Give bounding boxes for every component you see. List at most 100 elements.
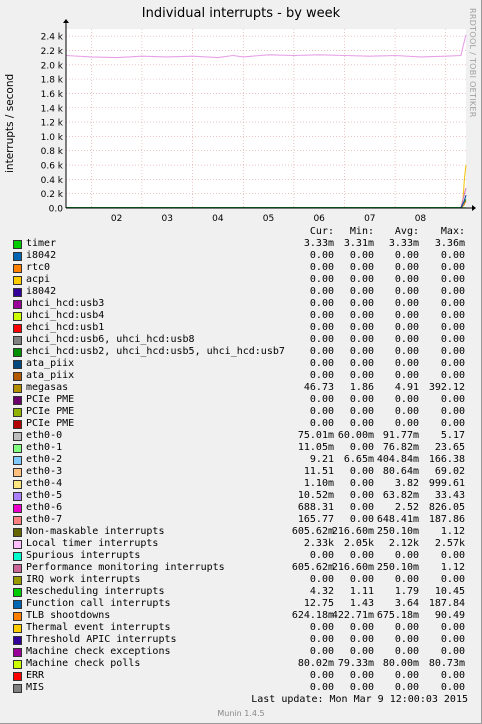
- legend-cur-value: 10.52m: [297, 490, 334, 501]
- legend-min-value: 0.00: [349, 346, 374, 357]
- legend-avg-value: 0.00: [394, 310, 419, 321]
- legend-swatch: [13, 600, 22, 609]
- header-avg: Avg:: [394, 226, 419, 237]
- legend-rows: timer 3.33m 3.31m 3.33m 3.36m i8042 0.00 0.00 0.…: [0, 238, 482, 694]
- legend-swatch: [13, 480, 22, 489]
- legend-cur-value: 688.31: [297, 502, 334, 513]
- legend-min-value: 60.00m: [337, 430, 374, 441]
- legend-min-value: 0.00: [349, 478, 374, 489]
- legend-avg-value: 648.41m: [376, 514, 419, 525]
- legend-swatch: [13, 276, 22, 285]
- legend-max-value: 0.00: [440, 250, 465, 261]
- legend-avg-value: 0.00: [394, 358, 419, 369]
- legend-min-value: 1.11: [349, 586, 374, 597]
- legend-max-value: 33.43: [434, 490, 465, 501]
- legend-avg-value: 250.10m: [376, 562, 419, 573]
- legend-avg-value: 0.00: [394, 334, 419, 345]
- legend-max-value: 0.00: [440, 682, 465, 693]
- legend-max-value: 0.00: [440, 550, 465, 561]
- legend-series-name: IRQ work interrupts: [26, 574, 141, 585]
- legend-avg-value: 0.00: [394, 406, 419, 417]
- y-tick-labels: 0.0 0.2 k 0.4 k 0.6 k 0.8 k 1.0 k 1.2 k 1.4 k 1.…: [41, 33, 64, 215]
- legend-row: uhci_hcd:usb3 0.00 0.00 0.00 0.00: [0, 298, 482, 310]
- legend-max-value: 999.61: [428, 478, 465, 489]
- legend-min-value: 0.00: [349, 418, 374, 429]
- legend-series-name: eth0-7: [26, 514, 63, 525]
- legend-series-name: eth0-1: [26, 442, 63, 453]
- legend-row: PCIe PME 0.00 0.00 0.00 0.00: [0, 406, 482, 418]
- legend-series-name: Local timer interrupts: [26, 538, 159, 549]
- legend-cur-value: 0.00: [309, 370, 334, 381]
- legend-min-value: 0.00: [349, 490, 374, 501]
- legend-swatch: [13, 348, 22, 357]
- legend-series-name: megasas: [26, 382, 69, 393]
- legend-series-name: Machine check exceptions: [26, 646, 171, 657]
- legend-series-name: rtc0: [26, 262, 51, 273]
- legend-swatch: [13, 312, 22, 321]
- legend-cur-value: 0.00: [309, 322, 334, 333]
- legend-swatch: [13, 648, 22, 657]
- legend-min-value: 0.00: [349, 670, 374, 681]
- legend-row: timer 3.33m 3.31m 3.33m 3.36m: [0, 238, 482, 250]
- legend-max-value: 392.12: [428, 382, 465, 393]
- legend-avg-value: 0.00: [394, 346, 419, 357]
- legend-max-value: 2.57k: [434, 538, 465, 549]
- legend-swatch: [13, 528, 22, 537]
- legend-cur-value: 0.00: [309, 574, 334, 585]
- legend-series-name: TLB shootdowns: [26, 610, 111, 621]
- legend-series-name: Performance monitoring interrupts: [26, 562, 225, 573]
- header-cur: Cur:: [309, 226, 334, 237]
- legend-max-value: 3.36m: [434, 238, 465, 249]
- legend-min-value: 79.33m: [337, 658, 374, 669]
- legend-max-value: 0.00: [440, 646, 465, 657]
- legend-avg-value: 0.00: [394, 250, 419, 261]
- legend-cur-value: 605.62m: [291, 526, 334, 537]
- legend-swatch: [13, 324, 22, 333]
- legend-min-value: 0.00: [349, 442, 374, 453]
- legend-series-name: Spurious interrupts: [26, 550, 141, 561]
- legend-cur-value: 0.00: [309, 334, 334, 345]
- munin-version: Munin 1.4.5: [217, 709, 265, 718]
- legend-max-value: 0.00: [440, 418, 465, 429]
- legend-series-name: Non-maskable interrupts: [26, 526, 165, 537]
- legend-swatch: [13, 264, 22, 273]
- y-tick-label: 2.2 k: [41, 47, 64, 57]
- legend-series-name: i8042: [26, 250, 57, 261]
- legend-swatch: [13, 516, 22, 525]
- legend-min-value: 0.00: [349, 466, 374, 477]
- legend-swatch: [13, 540, 22, 549]
- legend-swatch: [13, 396, 22, 405]
- legend-min-value: 0.00: [349, 262, 374, 273]
- legend-avg-value: 404.84m: [376, 454, 419, 465]
- chart-plot: 0.0 0.2 k 0.4 k 0.6 k 0.8 k 1.0 k 1.2 k 1.4 k 1.…: [41, 19, 476, 222]
- legend-min-value: 0.00: [349, 574, 374, 585]
- legend-cur-value: 11.05m: [297, 442, 334, 453]
- legend-max-value: 1.12: [440, 562, 465, 573]
- legend-avg-value: 0.00: [394, 370, 419, 381]
- legend-swatch: [13, 420, 22, 429]
- legend-max-value: 187.84: [428, 598, 465, 609]
- legend-max-value: 0.00: [440, 262, 465, 273]
- legend-avg-value: 0.00: [394, 646, 419, 657]
- legend-swatch: [13, 456, 22, 465]
- legend-cur-value: 0.00: [309, 394, 334, 405]
- legend-max-value: 5.17: [440, 430, 465, 441]
- legend-avg-value: 2.52: [394, 502, 419, 513]
- legend-cur-value: 2.33k: [303, 538, 334, 549]
- y-tick-label: 0.0: [49, 205, 64, 215]
- legend-cur-value: 0.00: [309, 634, 334, 645]
- legend-row: eth0-7 165.77 0.00 648.41m 187.86: [0, 514, 482, 526]
- legend-series-name: uhci_hcd:usb6, uhci_hcd:usb8: [26, 334, 195, 345]
- legend-swatch: [13, 468, 22, 477]
- legend-series-name: Rescheduling interrupts: [26, 586, 165, 597]
- legend-series-name: Machine check polls: [26, 658, 141, 669]
- legend-min-value: 0.00: [349, 298, 374, 309]
- legend-max-value: 1.12: [440, 526, 465, 537]
- legend-cur-value: 1.10m: [303, 478, 334, 489]
- legend-swatch: [13, 384, 22, 393]
- legend-min-value: 6.65m: [343, 454, 374, 465]
- legend-cur-value: 0.00: [309, 274, 334, 285]
- legend-max-value: 0.00: [440, 298, 465, 309]
- legend-min-value: 0.00: [349, 406, 374, 417]
- legend-cur-value: 0.00: [309, 670, 334, 681]
